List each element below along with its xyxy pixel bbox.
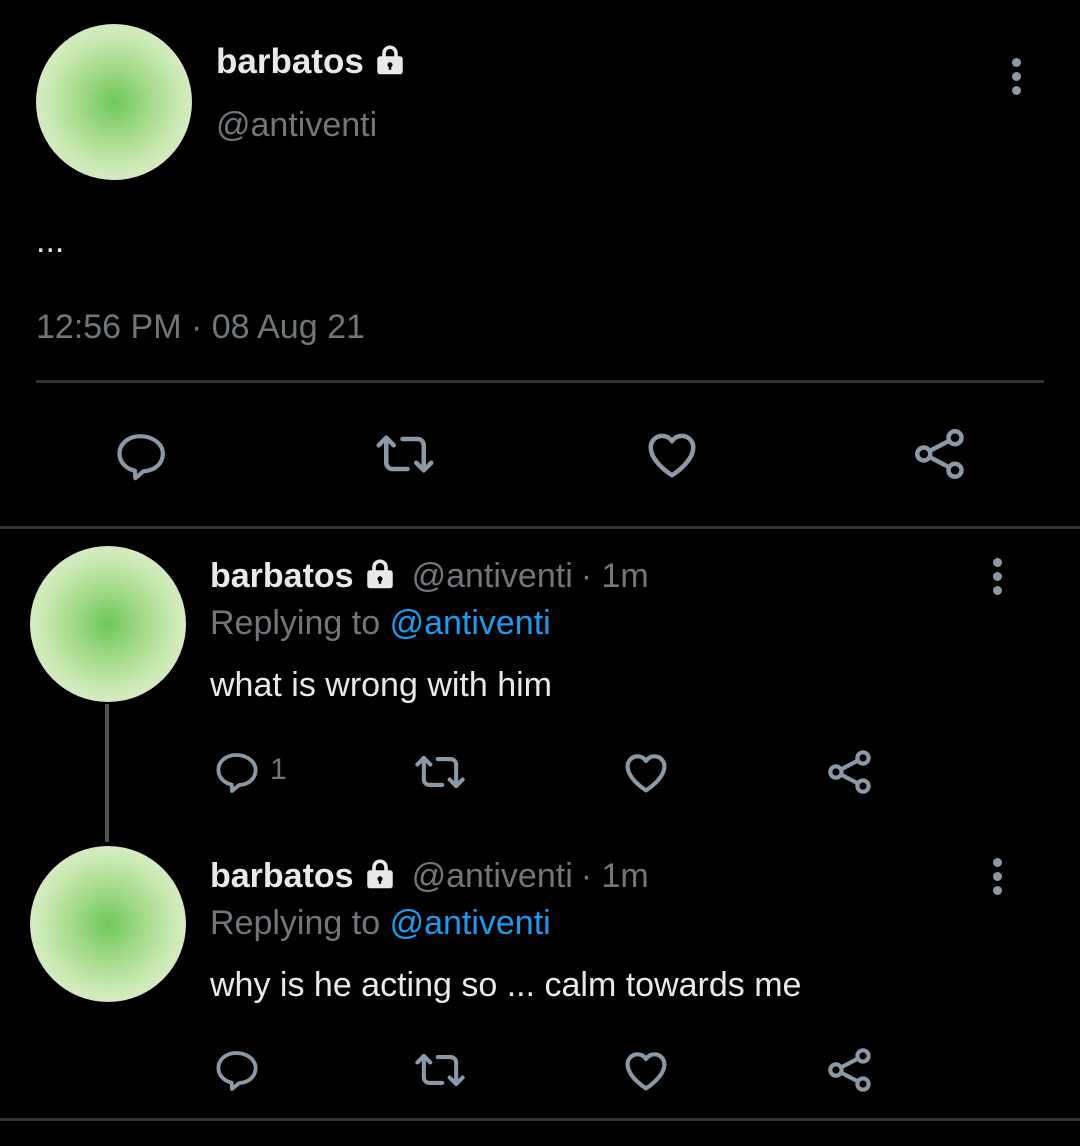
reply-icon[interactable] bbox=[212, 1046, 260, 1094]
divider bbox=[0, 526, 1080, 529]
display-name[interactable]: barbatos bbox=[210, 557, 354, 596]
reply-icon[interactable] bbox=[112, 428, 168, 484]
retweet-icon[interactable] bbox=[412, 1044, 468, 1096]
author-name-row: barbatos bbox=[216, 40, 408, 84]
reply-icon[interactable] bbox=[212, 748, 260, 796]
replying-to-link[interactable]: @antiventi bbox=[390, 604, 551, 642]
more-options-icon[interactable] bbox=[993, 858, 1003, 900]
reply-header: barbatos @antiventi · 1m bbox=[210, 554, 649, 598]
display-name[interactable]: barbatos bbox=[216, 42, 364, 82]
reply-text: what is wrong with him bbox=[210, 666, 553, 704]
retweet-icon[interactable] bbox=[372, 424, 438, 484]
timestamp: 12:56 PM · 08 Aug 21 bbox=[36, 308, 365, 346]
time-ago: · 1m bbox=[580, 856, 649, 895]
reply-count: 1 bbox=[270, 753, 287, 786]
divider bbox=[36, 380, 1044, 383]
lock-icon bbox=[362, 856, 398, 897]
display-name[interactable]: barbatos bbox=[210, 857, 354, 896]
time-ago: · 1m bbox=[580, 556, 649, 595]
like-icon[interactable] bbox=[620, 746, 672, 798]
more-options-icon[interactable] bbox=[993, 558, 1003, 600]
handle[interactable]: @antiventi bbox=[412, 557, 573, 596]
retweet-icon[interactable] bbox=[412, 746, 468, 798]
replying-to: Replying to @antiventi bbox=[210, 604, 551, 643]
lock-icon bbox=[372, 42, 408, 83]
reply-text: why is he acting so ... calm towards me bbox=[210, 966, 802, 1004]
more-options-icon[interactable] bbox=[1012, 58, 1022, 100]
reply-header: barbatos @antiventi · 1m bbox=[210, 854, 649, 898]
lock-icon bbox=[362, 556, 398, 597]
like-icon[interactable] bbox=[620, 1044, 672, 1096]
divider bbox=[0, 1118, 1080, 1121]
handle[interactable]: @antiventi bbox=[412, 857, 573, 896]
replying-to-label: Replying to bbox=[210, 604, 381, 642]
tweet-text: ... bbox=[36, 222, 65, 260]
share-icon[interactable] bbox=[824, 746, 876, 798]
like-icon[interactable] bbox=[642, 424, 702, 484]
replying-to: Replying to @antiventi bbox=[210, 904, 551, 943]
replying-to-link[interactable]: @antiventi bbox=[390, 904, 551, 942]
share-icon[interactable] bbox=[910, 424, 970, 484]
thread-line bbox=[105, 704, 109, 842]
avatar[interactable] bbox=[30, 846, 186, 1002]
avatar[interactable] bbox=[30, 546, 186, 702]
handle[interactable]: @antiventi bbox=[216, 106, 377, 145]
replying-to-label: Replying to bbox=[210, 904, 381, 942]
share-icon[interactable] bbox=[824, 1044, 876, 1096]
avatar[interactable] bbox=[36, 24, 192, 180]
